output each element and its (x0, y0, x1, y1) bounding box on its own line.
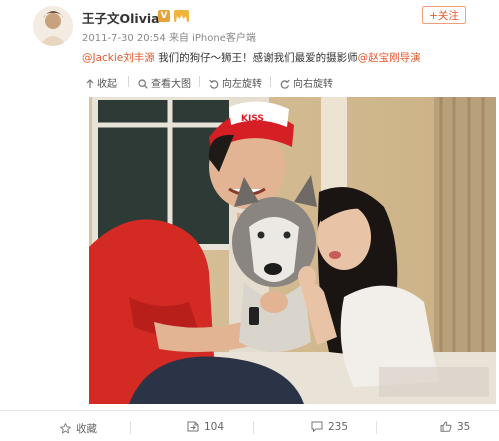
view-large-label: 查看大图 (151, 79, 191, 90)
svg-text:KISS: KISS (241, 114, 264, 124)
post-meta: 2011-7-30 20:54 来自 iPhone客户端 (82, 29, 256, 44)
rotate-right-icon (280, 79, 290, 89)
mention-link[interactable]: @Jackie刘丰源 (82, 52, 155, 64)
weibo-post-card: 王子文Olivia V 2011-7-30 20:54 来自 iPhone客户端… (0, 0, 499, 441)
action-bar: 收藏 104 235 35 (0, 412, 499, 441)
up-arrow-icon (86, 79, 94, 88)
verified-icon: V (158, 10, 170, 22)
view-large-button[interactable]: 查看大图 (138, 75, 191, 90)
post-caption: @Jackie刘丰源 我们的狗仔～狮王！感谢我们最爱的摄影师@赵宝刚导演 (82, 50, 421, 65)
vip-crown-icon (174, 10, 189, 22)
favorite-button[interactable]: 收藏 (59, 421, 97, 436)
action-divider (376, 421, 377, 434)
action-divider (253, 421, 254, 434)
star-icon (59, 422, 72, 434)
toolbar-divider (128, 76, 129, 87)
comment-count: 235 (328, 421, 349, 433)
rotate-left-button[interactable]: 向左旋转 (209, 75, 262, 90)
favorite-label: 收藏 (76, 423, 97, 435)
toolbar-divider (270, 76, 271, 87)
post-source[interactable]: 来自 iPhone客户端 (169, 33, 256, 44)
post-time[interactable]: 2011-7-30 20:54 (82, 33, 166, 44)
rotate-left-icon (209, 79, 219, 89)
avatar[interactable] (33, 6, 73, 46)
caption-text: 我们的狗仔～狮王！感谢我们最爱的摄影师 (154, 52, 358, 64)
action-divider (130, 421, 131, 434)
follow-button[interactable]: +关注 (422, 6, 466, 24)
collapse-button[interactable]: 收起 (86, 75, 117, 90)
post-photo[interactable]: KISS (89, 97, 496, 404)
collapse-label: 收起 (97, 79, 117, 90)
photo-illustration: KISS (89, 97, 496, 404)
like-count: 35 (457, 421, 471, 433)
search-icon (138, 79, 148, 89)
repost-button[interactable]: 104 (187, 421, 224, 433)
mention-link[interactable]: @赵宝刚导演 (358, 52, 421, 64)
author-name[interactable]: 王子文Olivia (82, 8, 160, 27)
action-divider (0, 410, 499, 411)
thumbs-up-icon (440, 421, 452, 432)
rotate-right-label: 向右旋转 (293, 79, 333, 90)
comment-icon (311, 421, 323, 433)
repost-icon (187, 421, 199, 432)
repost-count: 104 (204, 421, 225, 433)
rotate-left-label: 向左旋转 (222, 79, 262, 90)
like-button[interactable]: 35 (440, 421, 470, 433)
comment-button[interactable]: 235 (311, 421, 348, 433)
toolbar-divider (199, 76, 200, 87)
rotate-right-button[interactable]: 向右旋转 (280, 75, 333, 90)
